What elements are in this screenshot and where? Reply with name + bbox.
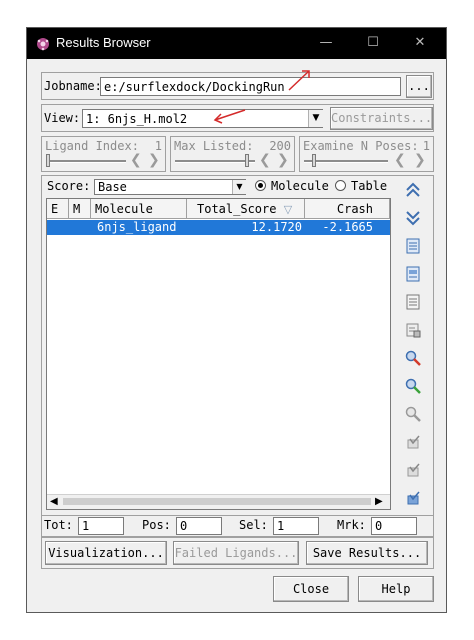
tot-label: Tot:: [44, 518, 73, 532]
actions-group: Visualization... Failed Ligands... Save …: [41, 537, 434, 569]
jobname-label: Jobname:: [44, 79, 102, 93]
cell-molecule: 6njs_ligand: [97, 220, 177, 234]
edit-icon[interactable]: [399, 318, 427, 342]
view-select-value: 1: 6njs_H.mol2: [86, 112, 188, 126]
move-bottom-icon[interactable]: [399, 206, 427, 230]
pos-label: Pos:: [142, 518, 171, 532]
maximize-icon[interactable]: ☐: [364, 34, 382, 52]
sel-label: Sel:: [239, 518, 268, 532]
move-top-icon[interactable]: [399, 178, 427, 202]
arrow-right-icon[interactable]: ❯: [148, 152, 160, 168]
examine-poses-value: 1: [422, 139, 430, 153]
results-table[interactable]: E M Molecule Total_Score ▽ Crash 6njs_li…: [46, 198, 391, 510]
jobname-field[interactable]: e:/surflexdock/DockingRun: [100, 77, 401, 96]
chevron-down-icon[interactable]: ▼: [308, 110, 323, 127]
list-icon[interactable]: [399, 234, 427, 258]
save-results-button[interactable]: Save Results...: [306, 541, 428, 565]
scroll-left-icon[interactable]: ◀: [50, 495, 58, 509]
column-header-crash[interactable]: Crash: [305, 199, 390, 219]
examine-poses-group: Examine N Poses: 1 ❮ ❯: [299, 136, 434, 172]
radio-table[interactable]: [335, 180, 346, 191]
list-view-icon[interactable]: [399, 262, 427, 286]
max-listed-group: Max Listed: 200 ❮ ❯: [170, 136, 295, 172]
pos-field[interactable]: 0: [176, 517, 222, 535]
sort-descending-icon: ▽: [283, 203, 293, 216]
cell-crash: -2.1665: [322, 220, 373, 234]
tot-field[interactable]: 1: [78, 517, 124, 535]
failed-ligands-button[interactable]: Failed Ligands...: [173, 541, 299, 565]
radio-molecule-label: Molecule: [271, 179, 329, 193]
minimize-icon[interactable]: —: [317, 34, 335, 52]
column-header-total-score[interactable]: Total_Score ▽: [187, 199, 305, 219]
arrow-left-icon[interactable]: ❮: [259, 152, 271, 168]
counts-group: Tot: 1 Pos: 0 Sel: 1 Mrk: 0: [41, 515, 434, 537]
search-red-icon[interactable]: [399, 346, 427, 370]
radio-table-label: Table: [351, 179, 388, 193]
total-score-header-label: Total_Score: [197, 202, 277, 216]
arrow-right-icon[interactable]: ❯: [414, 152, 426, 168]
score-select[interactable]: Base: [94, 179, 246, 195]
max-listed-slider[interactable]: [175, 160, 255, 163]
ligand-index-slider[interactable]: [46, 160, 126, 163]
column-header-e[interactable]: E: [47, 199, 69, 219]
max-listed-value: 200: [269, 139, 291, 153]
annotation-arrow: [213, 109, 246, 124]
results-browser-window: Results Browser — ☐ ✕ Jobname: e:/surfle…: [26, 27, 447, 613]
view-label: View:: [44, 111, 81, 125]
ligand-index-value: 1: [154, 139, 162, 153]
arrow-left-icon[interactable]: ❮: [394, 152, 406, 168]
annotation-arrow: [288, 70, 310, 91]
check-blue-icon[interactable]: [399, 486, 427, 510]
column-header-molecule[interactable]: Molecule: [91, 199, 187, 219]
ligand-index-label: Ligand Index:: [45, 139, 139, 153]
help-button[interactable]: Help: [358, 576, 434, 602]
mrk-label: Mrk:: [337, 518, 366, 532]
scrollbar-thumb[interactable]: [63, 498, 371, 505]
scroll-right-icon[interactable]: ▶: [375, 495, 383, 509]
list-plain-icon[interactable]: [399, 290, 427, 314]
check-gray-icon[interactable]: [399, 458, 427, 482]
side-toolbar: [399, 178, 429, 506]
max-listed-label: Max Listed:: [174, 139, 254, 153]
cell-total-score: 12.1720: [251, 220, 302, 234]
browse-button[interactable]: ...: [406, 75, 432, 98]
sel-field[interactable]: 1: [273, 517, 319, 535]
examine-poses-label: Examine N Poses:: [303, 139, 419, 153]
score-label: Score:: [47, 179, 91, 193]
mrk-field[interactable]: 0: [371, 517, 417, 535]
score-select-value: Base: [98, 180, 127, 194]
slider-thumb[interactable]: [46, 154, 50, 167]
chevron-down-icon[interactable]: ▼: [232, 180, 246, 194]
constraints-button[interactable]: Constraints...: [330, 107, 433, 130]
radio-molecule[interactable]: [255, 180, 266, 191]
jobname-group: Jobname: e:/surflexdock/DockingRun ...: [41, 72, 434, 100]
search-green-icon[interactable]: [399, 374, 427, 398]
app-icon: [37, 38, 49, 51]
horizontal-scrollbar[interactable]: ◀ ▶: [47, 494, 390, 509]
close-window-icon[interactable]: ✕: [411, 34, 429, 52]
arrow-left-icon[interactable]: ❮: [130, 152, 142, 168]
ligand-index-group: Ligand Index: 1 ❮ ❯: [41, 136, 166, 172]
close-button[interactable]: Close: [273, 576, 349, 602]
slider-thumb[interactable]: [245, 154, 249, 167]
visualization-button[interactable]: Visualization...: [45, 541, 167, 565]
title-bar[interactable]: Results Browser — ☐ ✕: [27, 28, 446, 59]
column-header-m[interactable]: M: [69, 199, 91, 219]
window-title: Results Browser: [56, 35, 151, 50]
arrow-right-icon[interactable]: ❯: [277, 152, 289, 168]
check-gray-icon[interactable]: [399, 430, 427, 454]
examine-poses-slider[interactable]: [304, 160, 388, 163]
table-row[interactable]: 6njs_ligand 12.1720 -2.1665: [47, 220, 390, 235]
slider-thumb[interactable]: [312, 154, 316, 167]
search-gray-icon[interactable]: [399, 402, 427, 426]
view-select[interactable]: 1: 6njs_H.mol2: [82, 109, 323, 128]
